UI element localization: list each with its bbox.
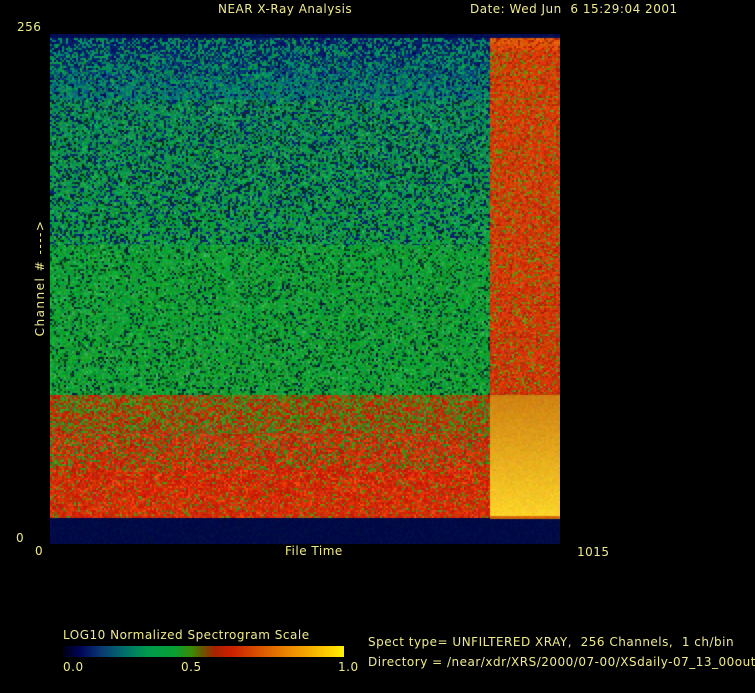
y-axis-min-tick: 0	[16, 532, 24, 545]
colorbar-label: LOG10 Normalized Spectrogram Scale	[63, 629, 310, 642]
near-xray-analysis-window: NEAR X-Ray Analysis Date: Wed Jun 6 15:2…	[0, 0, 755, 693]
page-title: NEAR X-Ray Analysis	[218, 3, 352, 16]
spectrogram-heatmap	[50, 34, 560, 544]
date-label: Date: Wed Jun 6 15:29:04 2001	[470, 3, 678, 16]
y-axis-title: Channel # ---->	[33, 220, 47, 337]
colorbar-gradient	[63, 646, 344, 657]
y-axis-max-tick: 256	[17, 21, 41, 34]
colorbar-tick-min: 0.0	[63, 661, 84, 674]
spect-type-line: Spect type= UNFILTERED XRAY, 256 Channel…	[368, 636, 734, 649]
x-axis-title: File Time	[285, 545, 343, 558]
colorbar-tick-mid: 0.5	[181, 661, 202, 674]
directory-line: Directory = /near/xdr/XRS/2000/07-00/XSd…	[368, 656, 755, 669]
colorbar-tick-max: 1.0	[338, 661, 359, 674]
x-axis-min-tick: 0	[35, 545, 43, 558]
x-axis-max-tick: 1015	[577, 546, 610, 559]
